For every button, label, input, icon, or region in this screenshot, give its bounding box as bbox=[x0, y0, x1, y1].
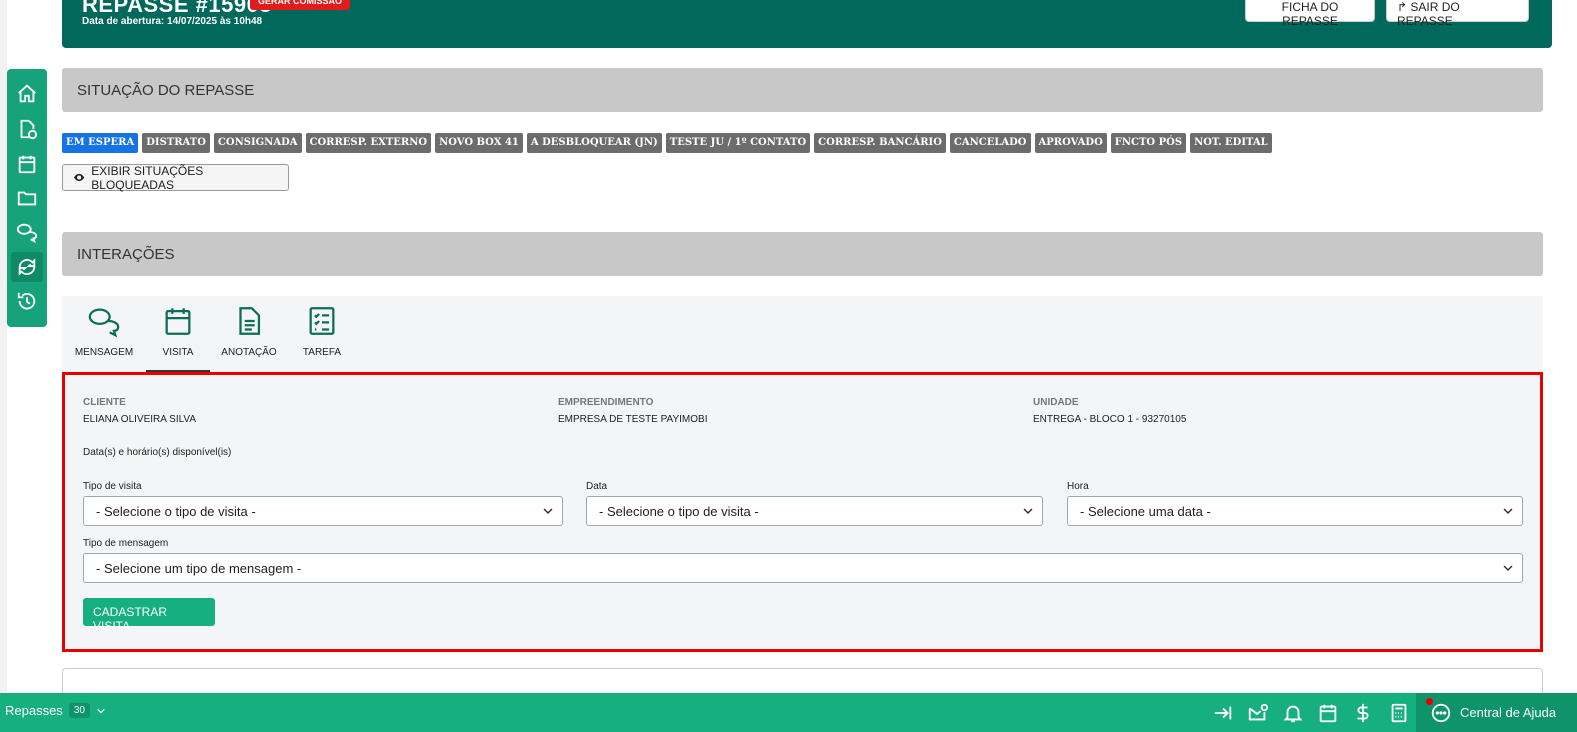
eye-icon bbox=[74, 173, 85, 182]
show-blocked-label: EXIBIR SITUAÇÕES BLOQUEADAS bbox=[91, 163, 204, 192]
opened-date: Data de abertura: 14/07/2025 às 10h48 bbox=[82, 16, 263, 27]
status-tag[interactable]: CONSIGNADA bbox=[213, 133, 302, 153]
empreendimento-label: EMPREENDIMENTO bbox=[558, 397, 654, 408]
available-note: Data(s) e horário(s) disponível(is) bbox=[83, 447, 232, 458]
status-tag[interactable]: FNCTO PÓS bbox=[1110, 133, 1187, 153]
arrow-to-line-icon[interactable] bbox=[1212, 702, 1234, 724]
status-tags: EM ESPERA DISTRATO CONSIGNADA CORRESP. E… bbox=[62, 133, 1272, 153]
repasses-selector[interactable]: Repasses 30 bbox=[5, 703, 106, 718]
bottom-bar: Repasses 30 Central de Ajuda bbox=[0, 693, 1577, 732]
calendar-icon[interactable] bbox=[1317, 702, 1339, 724]
calendar-icon bbox=[165, 308, 191, 335]
commission-badge[interactable]: GERAR COMISSÃO bbox=[250, 0, 351, 10]
dollar-icon[interactable] bbox=[1352, 702, 1374, 724]
status-tag[interactable]: A DESBLOQUEAR (JN) bbox=[526, 133, 662, 153]
status-tag[interactable]: TESTE JU / 1º CONTATO bbox=[665, 133, 811, 153]
document-help-icon[interactable] bbox=[11, 114, 43, 144]
bell-icon[interactable] bbox=[1282, 702, 1304, 724]
tipo-mensagem-label: Tipo de mensagem bbox=[83, 538, 169, 549]
tab-tarefa[interactable]: TAREFA bbox=[290, 296, 354, 372]
cadastrar-visita-button[interactable]: CADASTRAR VISITA bbox=[83, 598, 215, 633]
tab-anotacao[interactable]: ANOTAÇÃO bbox=[217, 296, 281, 372]
count-badge: 30 bbox=[68, 703, 90, 718]
tipo-mensagem-value: - Selecione um tipo de mensagem - bbox=[96, 561, 302, 576]
data-value: - Selecione o tipo de visita - bbox=[599, 504, 759, 519]
calendar-icon[interactable] bbox=[11, 149, 43, 179]
unidade-label: UNIDADE bbox=[1033, 397, 1079, 408]
document-icon bbox=[239, 307, 261, 335]
status-tag[interactable]: EM ESPERA bbox=[62, 133, 139, 153]
home-icon[interactable] bbox=[11, 79, 43, 109]
show-blocked-button[interactable]: EXIBIR SITUAÇÕES BLOQUEADAS bbox=[62, 163, 289, 192]
cliente-label: CLIENTE bbox=[83, 397, 126, 408]
chevron-down-icon bbox=[543, 508, 553, 515]
tab-label: VISITA bbox=[162, 347, 194, 358]
status-tag[interactable]: CANCELADO bbox=[949, 133, 1031, 153]
tab-label: ANOTAÇÃO bbox=[221, 347, 277, 358]
chat-bubble-icon bbox=[1431, 703, 1451, 722]
checklist-icon bbox=[309, 307, 335, 335]
hora-label: Hora bbox=[1067, 481, 1089, 492]
sair-repasse-button[interactable]: ↱ SAIR DO REPASSE bbox=[1386, 0, 1529, 28]
mail-badge-icon[interactable] bbox=[1247, 702, 1269, 724]
unidade-value: ENTREGA - BLOCO 1 - 93270105 bbox=[1033, 414, 1187, 425]
notification-dot bbox=[1426, 698, 1433, 705]
chevron-down-icon bbox=[1503, 565, 1513, 572]
calculator-icon[interactable] bbox=[1388, 702, 1410, 724]
hora-select[interactable]: - Selecione uma data - bbox=[1067, 496, 1523, 526]
chevron-down-icon bbox=[1023, 508, 1033, 515]
cliente-value: ELIANA OLIVEIRA SILVA bbox=[83, 414, 197, 425]
sidebar bbox=[7, 69, 47, 327]
tipo-visita-select[interactable]: - Selecione o tipo de visita - bbox=[83, 496, 563, 526]
status-tag[interactable]: DISTRATO bbox=[142, 133, 210, 153]
help-center-button[interactable]: Central de Ajuda bbox=[1416, 693, 1577, 732]
exit-icon: ↱ bbox=[1397, 0, 1411, 14]
interactions-panel: MENSAGEM VISITA ANOTAÇÃO TAREFA CLIENTE … bbox=[62, 296, 1543, 652]
status-tag[interactable]: CORRESP. EXTERNO bbox=[305, 133, 432, 153]
interacoes-title: INTERAÇÕES bbox=[62, 232, 1543, 276]
status-tag[interactable]: APROVADO bbox=[1034, 133, 1107, 153]
help-label: Central de Ajuda bbox=[1460, 705, 1557, 720]
tab-mensagem[interactable]: MENSAGEM bbox=[72, 296, 136, 372]
ficha-repasse-button[interactable]: FICHA DO REPASSE bbox=[1245, 0, 1375, 28]
page-header: REPASSE #15908 GERAR COMISSÃO Data de ab… bbox=[62, 0, 1552, 48]
data-label: Data bbox=[586, 481, 608, 492]
status-tag[interactable]: CORRESP. BANCÁRIO bbox=[814, 133, 946, 153]
situacao-title: SITUAÇÃO DO REPASSE bbox=[62, 68, 1543, 112]
tab-label: TAREFA bbox=[302, 347, 342, 358]
left-edge bbox=[0, 0, 7, 732]
empreendimento-value: EMPRESA DE TESTE PAYIMOBI bbox=[558, 414, 708, 425]
visit-form: CLIENTE ELIANA OLIVEIRA SILVA EMPREENDIM… bbox=[62, 372, 1543, 652]
chat-icon bbox=[88, 308, 120, 338]
repasses-label: Repasses bbox=[5, 703, 63, 718]
hora-value: - Selecione uma data - bbox=[1080, 504, 1211, 519]
data-select[interactable]: - Selecione o tipo de visita - bbox=[586, 496, 1043, 526]
tipo-mensagem-select[interactable]: - Selecione um tipo de mensagem - bbox=[83, 553, 1523, 583]
chevron-down-icon bbox=[1503, 508, 1513, 515]
tipo-visita-label: Tipo de visita bbox=[83, 481, 142, 492]
refresh-icon[interactable] bbox=[11, 252, 43, 282]
history-icon[interactable] bbox=[11, 286, 43, 316]
chevron-down-icon bbox=[97, 708, 105, 714]
status-tag[interactable]: NOVO BOX 41 bbox=[435, 133, 523, 153]
status-tag[interactable]: NOT. EDITAL bbox=[1190, 133, 1272, 153]
tab-visita[interactable]: VISITA bbox=[146, 296, 210, 372]
tab-label: MENSAGEM bbox=[74, 347, 134, 358]
chat-icon[interactable] bbox=[11, 217, 43, 247]
tipo-visita-value: - Selecione o tipo de visita - bbox=[96, 504, 256, 519]
folder-icon[interactable] bbox=[11, 183, 43, 213]
